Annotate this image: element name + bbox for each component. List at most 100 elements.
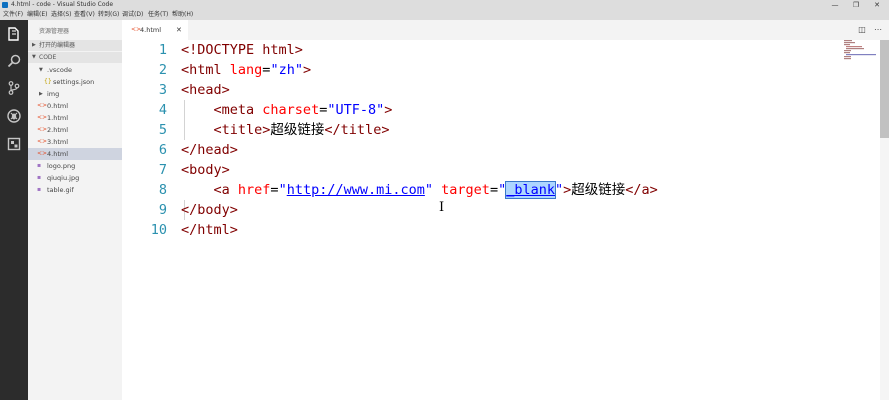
line-content: <title>超级链接</title>	[181, 120, 390, 140]
chevron-right-icon: ▶	[39, 91, 43, 97]
vscode-logo-icon	[2, 2, 8, 8]
tree-item-logo-png[interactable]: ▪ logo.png	[28, 160, 122, 172]
html-file-icon: <>	[37, 126, 48, 133]
code-token: "	[424, 182, 434, 198]
tree-item-1-html[interactable]: <> 1.html	[28, 112, 122, 124]
minimize-button[interactable]: —	[825, 0, 845, 10]
tree-item-vscode[interactable]: ▼ .vscode	[28, 64, 122, 76]
line-number: 5	[158, 122, 167, 138]
line-content: </body>	[181, 200, 238, 220]
line-number: 1	[158, 42, 167, 58]
line-number: 6	[158, 142, 167, 158]
line-content: <head>	[181, 80, 230, 100]
code-line[interactable]: 5 <title>超级链接</title>	[122, 120, 862, 140]
html-file-icon: <>	[37, 150, 48, 157]
files-icon[interactable]	[6, 26, 22, 42]
tree-item-table-gif[interactable]: ▪ table.gif	[28, 184, 122, 196]
tree-item-img[interactable]: ▶ img	[28, 88, 122, 100]
window-title: 4.html - code - Visual Studio Code	[11, 1, 114, 8]
menu-selection[interactable]: 选择(S)	[51, 10, 72, 20]
tree-item-0-html[interactable]: <> 0.html	[28, 100, 122, 112]
code-token: </a>	[625, 182, 658, 198]
code-token: </head>	[181, 142, 238, 158]
code-token: </html>	[181, 222, 238, 238]
code-line[interactable]: 10 </html>	[122, 220, 862, 240]
selected-text: _blank	[505, 181, 556, 199]
code-line[interactable]: 3 <head>	[122, 80, 862, 100]
tab-4-html[interactable]: <> 4.html ✕	[122, 20, 188, 40]
line-number: 8	[158, 182, 167, 198]
explorer-sidebar: 资源管理器 ▶ 打开的编辑器 ▼ CODE ▼ .vscode {} setti…	[28, 20, 122, 400]
line-content: </html>	[181, 220, 238, 240]
tab-close-button[interactable]: ✕	[176, 20, 182, 40]
more-actions-icon[interactable]: ⋯	[872, 24, 884, 36]
code-token: charset	[262, 102, 320, 118]
code-line[interactable]: 9 </body>	[122, 200, 862, 220]
source-control-icon[interactable]	[6, 80, 22, 96]
menu-help[interactable]: 帮助(H)	[172, 10, 193, 20]
scrollbar-thumb[interactable]	[880, 40, 889, 138]
extensions-icon[interactable]	[6, 136, 22, 152]
code-token: target	[441, 182, 490, 198]
menu-bar: 文件(F) 编辑(E) 选择(S) 查看(V) 转到(G) 调试(D) 任务(T…	[0, 10, 889, 20]
tree-item-settings-json[interactable]: {} settings.json	[28, 76, 122, 88]
code-line[interactable]: 6 </head>	[122, 140, 862, 160]
code-line[interactable]: 1 <!DOCTYPE html>	[122, 40, 862, 60]
line-number: 9	[158, 202, 167, 218]
code-token: <!DOCTYPE html>	[181, 42, 303, 58]
code-token: >	[302, 62, 312, 78]
code-line[interactable]: 2 <html lang="zh">	[122, 60, 862, 80]
line-content: <a href="http://www.mi.com" target="_bla…	[181, 180, 658, 200]
code-token: <html	[181, 62, 230, 78]
open-editors-section[interactable]: ▶ 打开的编辑器	[28, 40, 122, 51]
code-line[interactable]: 7 <body>	[122, 160, 862, 180]
json-file-icon: {}	[44, 78, 52, 85]
menu-go[interactable]: 转到(G)	[98, 10, 119, 20]
menu-debug[interactable]: 调试(D)	[122, 10, 143, 20]
maximize-button[interactable]: ❐	[846, 0, 866, 10]
menu-file[interactable]: 文件(F)	[3, 10, 23, 20]
code-token: "	[498, 182, 507, 198]
code-token: href	[237, 182, 271, 198]
tree-item-4-html[interactable]: <> 4.html	[28, 148, 122, 160]
vertical-scrollbar[interactable]	[880, 40, 889, 400]
tree-item-3-html[interactable]: <> 3.html	[28, 136, 122, 148]
explorer-title: 资源管理器	[39, 28, 70, 35]
debug-icon[interactable]	[6, 108, 22, 124]
line-content: <!DOCTYPE html>	[181, 40, 303, 60]
close-window-button[interactable]: ✕	[867, 0, 887, 10]
menu-tasks[interactable]: 任务(T)	[148, 10, 168, 20]
code-line[interactable]: 8 <a href="http://www.mi.com" target="_b…	[122, 180, 862, 200]
line-number: 7	[158, 162, 167, 178]
line-content: </head>	[181, 140, 238, 160]
chevron-down-icon: ▼	[39, 67, 43, 73]
code-token: "UTF-8"	[327, 102, 385, 118]
activity-bar	[0, 20, 28, 400]
tree-item-2-html[interactable]: <> 2.html	[28, 124, 122, 136]
split-editor-icon[interactable]: ◫	[856, 24, 868, 36]
html-file-icon: <>	[37, 114, 48, 121]
image-file-icon: ▪	[37, 162, 42, 169]
code-token: <title>	[213, 122, 271, 138]
title-bar: 4.html - code - Visual Studio Code — ❐ ✕	[0, 0, 889, 10]
minimap[interactable]	[842, 40, 878, 70]
code-line[interactable]: 4 <meta charset="UTF-8">	[122, 100, 862, 120]
line-content: <html lang="zh">	[181, 60, 311, 80]
tab-bar: <> 4.html ✕ ◫ ⋯	[122, 20, 889, 40]
code-token: </body>	[181, 202, 238, 218]
chevron-down-icon: ▼	[32, 54, 36, 60]
code-token: =	[489, 182, 499, 198]
search-icon[interactable]	[6, 53, 22, 69]
menu-view[interactable]: 查看(V)	[74, 10, 95, 20]
tree-item-qiuqiu-jpg[interactable]: ▪ qiuqiu.jpg	[28, 172, 122, 184]
code-token: <head>	[181, 82, 230, 98]
menu-edit[interactable]: 编辑(E)	[27, 10, 47, 20]
html-file-icon: <>	[37, 102, 48, 109]
line-number: 10	[150, 222, 167, 238]
folder-section-code[interactable]: ▼ CODE	[28, 52, 122, 63]
code-token: =	[270, 182, 279, 198]
code-editor[interactable]: 1 <!DOCTYPE html> 2 <html lang="zh"> 3 <head>…	[122, 40, 862, 400]
code-token: lang	[229, 62, 263, 78]
image-file-icon: ▪	[37, 174, 42, 181]
